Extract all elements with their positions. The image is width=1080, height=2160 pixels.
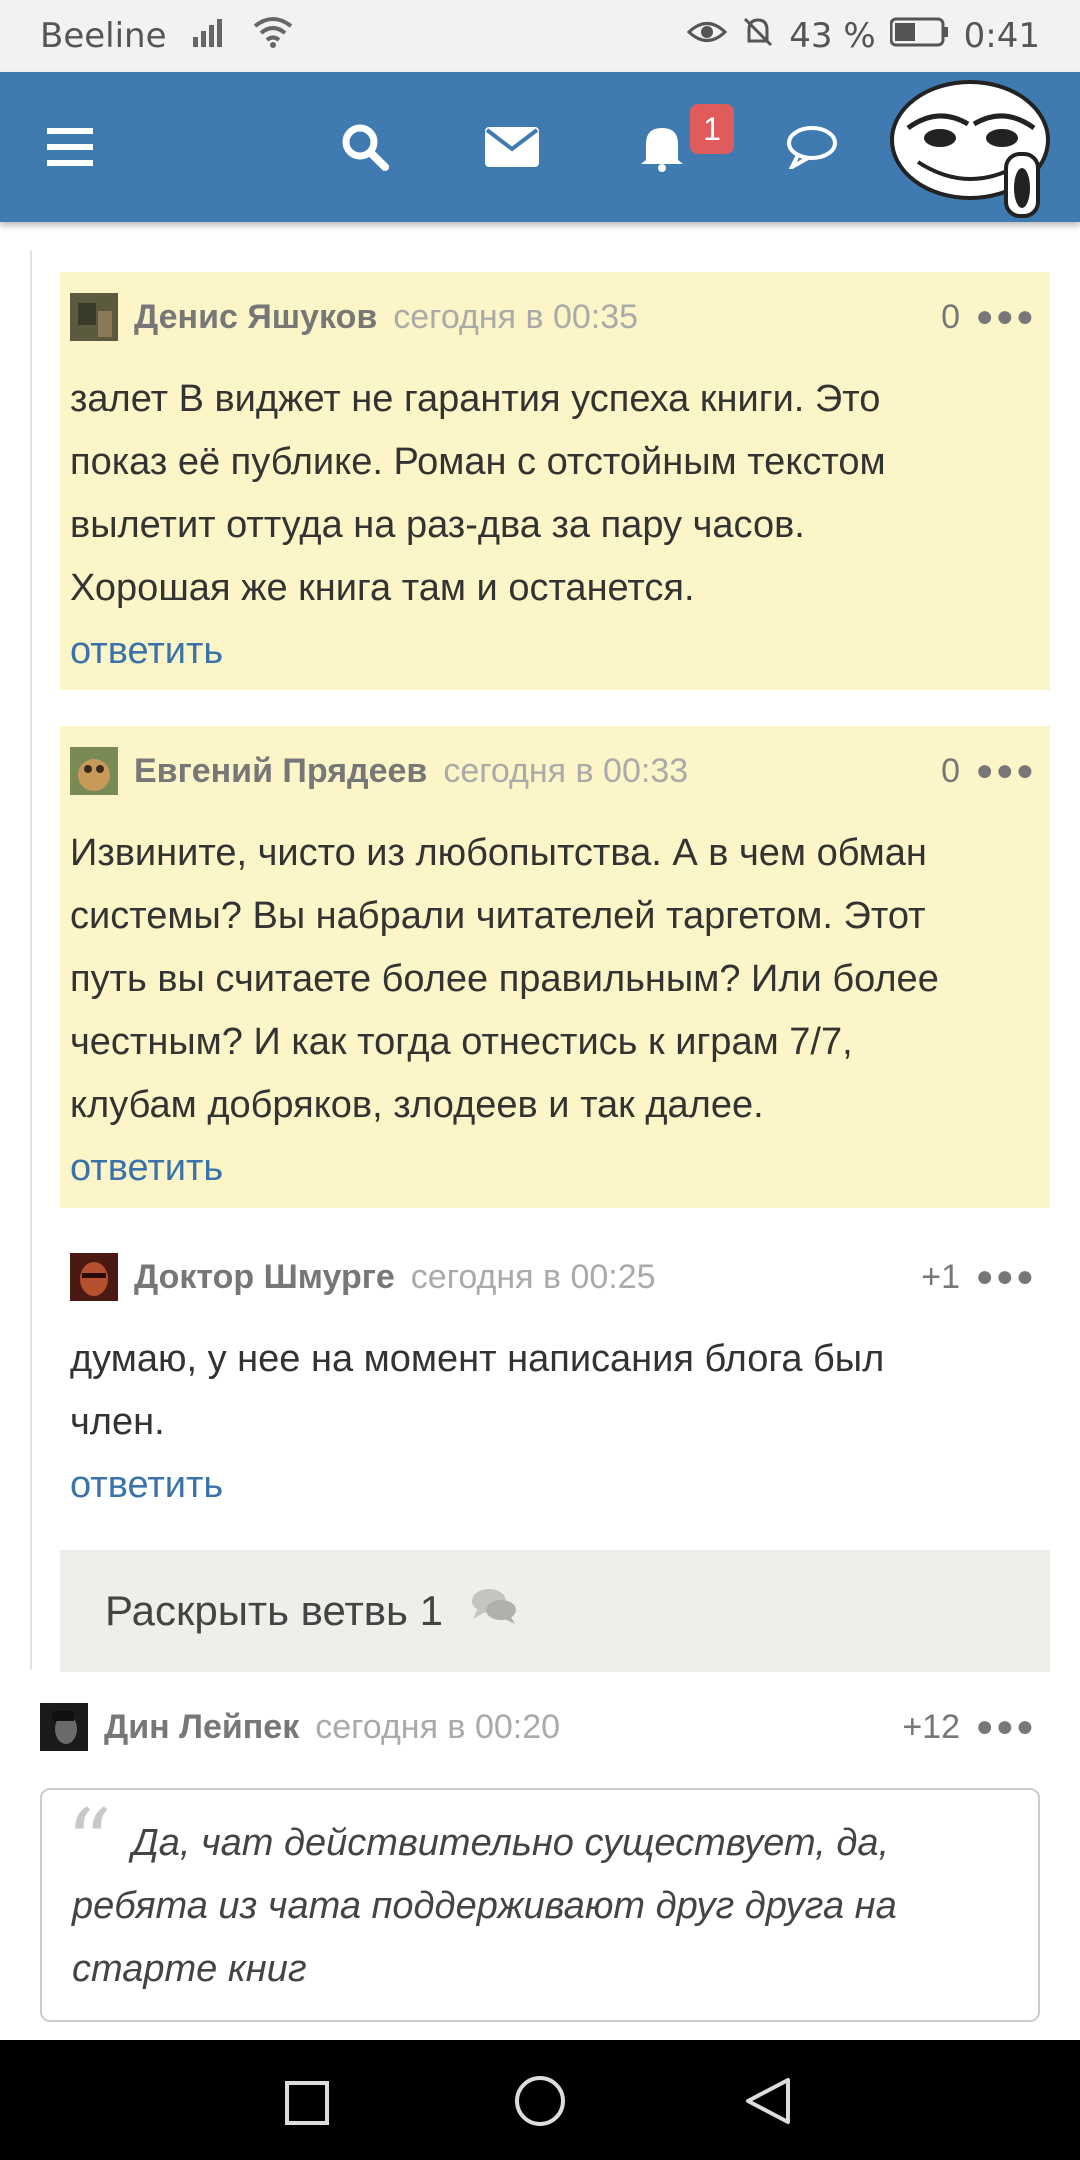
search-icon[interactable] [325, 72, 405, 222]
comment-score: 0 [941, 751, 960, 790]
comment-score: +1 [921, 1257, 960, 1296]
more-options-icon[interactable]: ●●● [976, 1232, 1036, 1322]
quote-icon: “ [66, 1790, 113, 1895]
menu-icon[interactable] [30, 72, 110, 222]
text-line: член. [70, 1401, 165, 1443]
clock: 0:41 [963, 16, 1040, 56]
comment: Дин Лейпек сегодня в 00:20 +12 ●●● [30, 1682, 1050, 1772]
text-line: честным? И как тогда отнестись к играм 7… [70, 1021, 853, 1063]
text-line: думаю, у нее на момент написания блога б… [70, 1338, 885, 1380]
quote-line: старте книг [72, 1948, 307, 1990]
back-icon[interactable] [744, 2076, 792, 2131]
comment-author[interactable]: Доктор Шмурге [134, 1258, 395, 1297]
chat-icon[interactable] [772, 72, 852, 222]
comment-time[interactable]: сегодня в 00:25 [411, 1258, 656, 1297]
comment: Доктор Шмурге сегодня в 00:25 +1 ●●● дум… [60, 1232, 1050, 1522]
comment: Денис Яшуков сегодня в 00:35 0 ●●● залет… [60, 272, 1050, 690]
comment-author[interactable]: Денис Яшуков [134, 298, 377, 337]
comment-text: Извините, чисто из любопытства. А в чем … [60, 822, 1050, 1137]
reply-link[interactable]: ответить [60, 620, 1050, 683]
more-options-icon[interactable]: ●●● [976, 726, 1036, 816]
system-nav-bar [0, 2040, 1080, 2160]
battery-percent: 43 % [789, 16, 876, 56]
comment-text: думаю, у нее на момент написания блога б… [60, 1328, 1050, 1454]
mail-icon[interactable] [472, 72, 552, 222]
home-icon[interactable] [513, 2074, 567, 2133]
avatar[interactable] [70, 747, 118, 795]
status-bar: Beeline 43 % 0:41 [0, 0, 1080, 72]
text-line: вылетит оттуда на раз-два за пару часов. [70, 504, 805, 546]
comments-icon [443, 1586, 519, 1636]
text-line: клубам добряков, злодеев и так далее. [70, 1084, 764, 1126]
thread-line [30, 250, 32, 1670]
comment-score: 0 [941, 297, 960, 336]
text-line: залет В виджет не гарантия успеха книги.… [70, 378, 881, 420]
battery-icon [889, 16, 950, 56]
avatar[interactable] [70, 1253, 118, 1301]
more-options-icon[interactable]: ●●● [976, 272, 1036, 362]
notification-badge[interactable]: 1 [690, 104, 734, 154]
comment-score: +12 [902, 1707, 960, 1746]
bell-off-icon [741, 15, 775, 58]
expand-thread-button[interactable]: Раскрыть ветвь 1 [60, 1550, 1050, 1672]
text-line: путь вы считаете более правильным? Или б… [70, 958, 939, 1000]
comment-time[interactable]: сегодня в 00:33 [443, 752, 688, 791]
reply-link[interactable]: ответить [60, 1137, 1050, 1200]
avatar[interactable] [70, 293, 118, 341]
comment-time[interactable]: сегодня в 00:20 [315, 1708, 560, 1747]
comment-time[interactable]: сегодня в 00:35 [393, 298, 638, 337]
comment: Евгений Прядеев сегодня в 00:33 0 ●●● Из… [60, 726, 1050, 1208]
text-line: показ её публике. Роман с отстойным текс… [70, 441, 886, 483]
recents-icon[interactable] [284, 2080, 330, 2131]
user-avatar[interactable] [888, 76, 1056, 220]
eye-icon [687, 16, 728, 56]
wifi-icon [253, 16, 293, 57]
comment-author[interactable]: Дин Лейпек [104, 1708, 299, 1747]
quote-line: ребята из чата поддерживают друг друга н… [72, 1885, 897, 1927]
reply-link[interactable]: ответить [60, 1454, 1050, 1517]
text-line: системы? Вы набрали читателей таргетом. … [70, 895, 926, 937]
carrier-label: Beeline [40, 16, 167, 56]
text-line: Хорошая же книга там и останется. [70, 567, 695, 609]
quote-block: “ Да, чат действительно существует, да, … [40, 1788, 1040, 2022]
text-line: Извините, чисто из любопытства. А в чем … [70, 832, 927, 874]
expand-thread-label: Раскрыть ветвь 1 [105, 1587, 443, 1634]
comment-author[interactable]: Евгений Прядеев [134, 752, 427, 791]
more-options-icon[interactable]: ●●● [976, 1682, 1036, 1772]
quote-line: Да, чат действительно существует, да, [132, 1822, 890, 1864]
signal-icon [192, 16, 227, 56]
avatar[interactable] [40, 1703, 88, 1751]
comment-text: залет В виджет не гарантия успеха книги.… [60, 368, 1050, 620]
